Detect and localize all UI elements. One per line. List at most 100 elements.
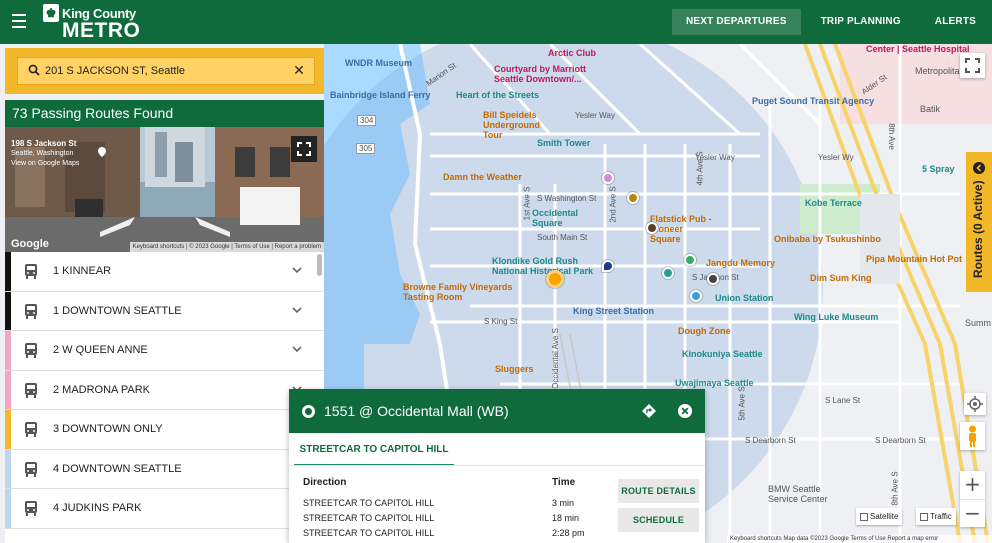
schedule-button[interactable]: SCHEDULE	[618, 508, 699, 532]
map-footer[interactable]: Keyboard shortcuts Map data ©2023 Google…	[727, 535, 992, 543]
street-view-pegman[interactable]	[960, 422, 985, 450]
label-wndr: WNDR Museum	[345, 58, 412, 68]
bus-icon	[25, 264, 37, 279]
label-bmw: BMW Seattle Service Center	[768, 484, 828, 504]
stop-pin[interactable]	[690, 290, 702, 302]
king-county-metro-logo[interactable]: ♚ King County METRO	[43, 4, 143, 42]
route-name: 1 KINNEAR	[53, 265, 112, 277]
stop-pin[interactable]	[662, 267, 674, 279]
fullscreen-icon	[297, 142, 311, 156]
street-dearborn2: S Dearborn St	[875, 436, 926, 445]
chevron-down-icon[interactable]	[292, 265, 302, 275]
street-view-city: Seattle, Washington	[11, 150, 74, 157]
route-details-button[interactable]: ROUTE DETAILS	[618, 479, 699, 503]
label-damn: Damn the Weather	[443, 172, 522, 182]
stop-icon	[302, 405, 315, 418]
street-firstave: 1st Ave S	[522, 186, 532, 221]
chevron-down-icon[interactable]	[292, 305, 302, 315]
street-yesler1: Yesler Way	[575, 111, 615, 120]
label-wingluke: Wing Luke Museum	[794, 312, 879, 322]
label-kingst: King Street Station	[573, 306, 655, 316]
stop-title: 1551 @ Occidental Mall (WB)	[324, 403, 509, 419]
pegman-icon	[969, 425, 976, 447]
route-row[interactable]: 2 MADRONA PARK	[5, 370, 324, 410]
street-view-expand-button[interactable]	[291, 136, 317, 162]
zoom-control: + −	[960, 471, 985, 527]
routes-tab-label: Routes (0 Active)	[971, 180, 985, 278]
label-pipa: Pipa Mountain Hot Pot	[866, 254, 962, 264]
nav-alerts[interactable]: ALERTS	[921, 9, 990, 35]
king-county-crest-icon: ♚	[43, 4, 59, 22]
stop-pin[interactable]	[646, 222, 658, 234]
street-view-footer[interactable]: Keyboard shortcuts | © 2023 Google | Ter…	[129, 242, 324, 252]
my-location-button[interactable]	[964, 393, 986, 415]
stop-pin[interactable]	[707, 273, 719, 285]
street-occidental-ave: Occidental Ave S	[550, 328, 560, 389]
route-row[interactable]: 2 W QUEEN ANNE	[5, 331, 324, 371]
route-row[interactable]: 4 DOWNTOWN SEATTLE	[5, 449, 324, 489]
route-name: 2 W QUEEN ANNE	[53, 344, 148, 356]
route-row[interactable]: 3 DOWNTOWN ONLY	[5, 410, 324, 450]
address-search-input[interactable]	[45, 58, 285, 84]
label-dough: Dough Zone	[678, 326, 731, 336]
directions-icon[interactable]	[642, 404, 656, 418]
stop-pin[interactable]	[684, 254, 696, 266]
route-color-bar	[5, 370, 11, 409]
street-king: S King St	[484, 317, 518, 326]
bus-icon	[25, 501, 37, 516]
departure-time: 2:28 pm	[552, 528, 585, 538]
top-nav: NEXT DEPARTURES TRIP PLANNING ALERTS	[670, 9, 992, 35]
route-row[interactable]: 1 KINNEAR	[5, 252, 324, 292]
label-batik: Batik	[920, 104, 941, 114]
location-marker-pin	[602, 260, 614, 272]
route-name: 4 DOWNTOWN SEATTLE	[53, 462, 182, 475]
traffic-checkbox[interactable]	[920, 512, 928, 521]
logo-bottom-text: METRO	[62, 19, 141, 42]
label-summit: Summ	[965, 318, 992, 328]
street-lane: S Lane St	[825, 396, 861, 405]
zoom-out-button[interactable]: −	[960, 499, 985, 527]
satellite-toggle[interactable]: Satellite	[856, 508, 903, 525]
route-list[interactable]: 1 KINNEAR 1 DOWNTOWN SEATTLE 2 W QUEEN A…	[5, 252, 324, 543]
clear-search-icon[interactable]: ✕	[292, 63, 306, 77]
nav-next-departures[interactable]: NEXT DEPARTURES	[671, 9, 801, 35]
route-name: 4 JUDKINS PARK	[53, 502, 142, 514]
street-second: 2nd Ave S	[608, 186, 618, 223]
route-name: 2 MADRONA PARK	[53, 383, 150, 396]
street-view-panel[interactable]: 198 S Jackson St Seattle, Washington Vie…	[5, 127, 324, 252]
search-box: ✕	[17, 57, 315, 85]
selected-stop-pin[interactable]	[546, 270, 564, 288]
route-color-bar	[5, 410, 11, 449]
map-fullscreen-button[interactable]	[960, 53, 985, 78]
route-row[interactable]: 1 DOWNTOWN SEATTLE	[5, 291, 324, 331]
street-view-link[interactable]: View on Google Maps	[11, 159, 79, 169]
departure-direction: STREETCAR TO CAPITOL HILL	[303, 513, 435, 523]
route-row[interactable]: 4 JUDKINS PARK	[5, 489, 324, 529]
stop-popup: 1551 @ Occidental Mall (WB) STREETCAR TO…	[289, 389, 705, 543]
label-spray: 5 Spray	[922, 164, 955, 174]
satellite-checkbox[interactable]	[860, 512, 868, 521]
zoom-in-button[interactable]: +	[960, 471, 985, 499]
chevron-down-icon[interactable]	[292, 344, 302, 354]
my-location-icon	[967, 396, 983, 412]
label-courtyard: Courtyard by Marriott Seattle Downtown/.…	[494, 64, 587, 84]
nav-trip-planning[interactable]: TRIP PLANNING	[807, 9, 915, 35]
route-list-scrollbar[interactable]	[317, 254, 322, 276]
tab-streetcar-to-capitol-hill[interactable]: STREETCAR TO CAPITOL HILL	[294, 433, 454, 466]
search-panel: ✕	[5, 48, 324, 94]
route-color-bar	[5, 331, 11, 370]
label-sluggers: Sluggers	[495, 364, 534, 374]
label-ngdu: Jangdu Memory	[706, 258, 776, 268]
menu-icon[interactable]	[12, 14, 26, 28]
routes-side-tab[interactable]: Routes (0 Active)	[966, 152, 992, 292]
route-color-bar	[5, 291, 11, 330]
stop-pin[interactable]	[602, 172, 614, 184]
route-name: 3 DOWNTOWN ONLY	[53, 423, 163, 435]
label-puget: Puget Sound Transit Agency	[752, 96, 875, 106]
stop-pin[interactable]	[627, 192, 639, 204]
street-washington: S Washington St	[537, 194, 597, 203]
label-kobe: Kobe Terrace	[805, 198, 862, 208]
traffic-toggle[interactable]: Traffic	[916, 508, 956, 525]
label-bainbridge: Bainbridge Island Ferry	[330, 90, 431, 100]
close-icon[interactable]	[678, 404, 692, 418]
